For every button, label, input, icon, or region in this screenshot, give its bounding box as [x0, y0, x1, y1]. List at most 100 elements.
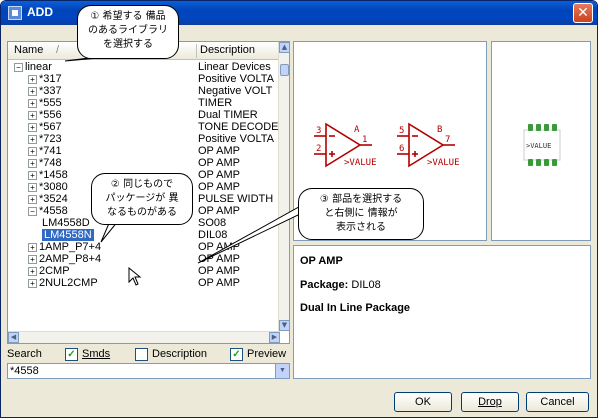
drop-button[interactable]: Drop	[461, 392, 519, 412]
tree-row-label: 2CMP	[39, 265, 70, 277]
callout-2-line-2: パッケージが 異	[105, 193, 179, 204]
tree-row-description: Negative VOLT	[198, 85, 273, 97]
tree-row-description: OP AMP	[198, 253, 240, 265]
scroll-up-button[interactable]: ▲	[279, 42, 290, 53]
tree-row-selected[interactable]: LM4558N DIL08	[8, 229, 280, 241]
horizontal-scrollbar[interactable]: ◀ ▶	[8, 331, 280, 343]
expand-icon[interactable]: +	[28, 86, 37, 96]
tree-row[interactable]: +2AMP_P8+4 OP AMP	[8, 253, 280, 265]
tree-row-description: OP AMP	[198, 145, 240, 157]
tree-row[interactable]: + *567 TONE DECODE	[8, 121, 280, 133]
tree-row-description: OP AMP	[198, 277, 240, 289]
expand-icon[interactable]: +	[28, 134, 37, 144]
scroll-down-button[interactable]: ▼	[279, 320, 290, 331]
tree-row-description: TIMER	[198, 97, 233, 109]
tree-row-description: PULSE WIDTH	[198, 193, 274, 205]
preview-label[interactable]: Preview	[247, 348, 286, 360]
callout-3-line-1: ③ 部品を選択する	[319, 194, 403, 205]
expand-icon[interactable]: +	[28, 182, 37, 192]
tree-row[interactable]: +2CMP OP AMP	[8, 265, 280, 277]
tree-row-description: OP AMP	[198, 205, 240, 217]
expand-icon[interactable]: +	[28, 158, 37, 168]
tree-row-name: + *556	[28, 109, 62, 121]
search-input[interactable]: *4558 ▼	[7, 363, 290, 379]
tree-row-name: + *1458	[28, 169, 68, 181]
package-value: DIL08	[351, 279, 381, 291]
tree-row[interactable]: + *337 Negative VOLT	[8, 85, 280, 97]
tree-row[interactable]: +2NUL2CMP OP AMP	[8, 277, 280, 289]
tree-row-name: + *723	[28, 133, 62, 145]
scroll-right-button[interactable]: ▶	[269, 332, 280, 343]
ok-button[interactable]: OK	[394, 392, 452, 412]
mouse-cursor	[128, 267, 142, 286]
search-label: Search	[7, 348, 42, 360]
callout-1-line-1: ① 希望する 備品	[90, 11, 166, 22]
add-dialog: ADD ✕ Name / Description − linear Linear D…	[0, 0, 598, 418]
expand-icon[interactable]: +	[28, 242, 37, 252]
tree-row-description: DIL08	[198, 229, 228, 241]
scroll-left-button[interactable]: ◀	[8, 332, 19, 343]
cancel-button[interactable]: Cancel	[526, 392, 589, 412]
tree-row-label: *4558	[39, 205, 68, 217]
tree-row-label: linear	[25, 61, 52, 73]
tree-row-name: + *555	[28, 97, 62, 109]
app-icon	[8, 6, 22, 20]
smds-checkbox[interactable]: ✓	[65, 348, 78, 361]
description-column-header[interactable]: Description	[200, 44, 255, 56]
sort-indicator: /	[56, 44, 60, 56]
expand-icon[interactable]: +	[28, 170, 37, 180]
tree-row-name: + *748	[28, 157, 62, 169]
tree-row-name: +2NUL2CMP	[28, 277, 98, 289]
tree-row-label: *337	[39, 85, 62, 97]
expand-icon[interactable]: +	[28, 146, 37, 156]
callout-select-part: ③ 部品を選択する と右側に 情報が 表示される	[298, 188, 424, 240]
description-label[interactable]: Description	[152, 348, 207, 360]
tree-row[interactable]: +1AMP_P7+4 OP AMP	[8, 241, 280, 253]
tree-row[interactable]: − linear Linear Devices	[8, 61, 280, 73]
tree-row-description: Positive VOLTA	[198, 133, 275, 145]
tree-row[interactable]: + *723 Positive VOLTA	[8, 133, 280, 145]
tree-row[interactable]: + *741 OP AMP	[8, 145, 280, 157]
tree-row[interactable]: + *556 Dual TIMER	[8, 109, 280, 121]
collapse-icon[interactable]: −	[28, 206, 37, 216]
preview-checkbox[interactable]: ✓	[230, 348, 243, 361]
tree-row-name: + *317	[28, 73, 62, 85]
package-label: Package:	[300, 279, 349, 291]
expand-icon[interactable]: +	[28, 254, 37, 264]
scroll-thumb[interactable]	[280, 64, 289, 76]
callout-3-line-2: と右側に 情報が	[324, 208, 398, 219]
tree-row-name: − linear	[14, 61, 52, 73]
tree-row-description: OP AMP	[198, 181, 240, 193]
tree-row-name: + *741	[28, 145, 62, 157]
pin-2-label: 2	[316, 144, 321, 154]
pin-7-label: 7	[445, 135, 450, 145]
tree-row-label: *317	[39, 73, 62, 85]
expand-icon[interactable]: +	[28, 98, 37, 108]
tree-row-name: +2AMP_P8+4	[28, 253, 101, 265]
name-column-header[interactable]: Name	[14, 44, 43, 56]
smds-label[interactable]: Smds	[82, 348, 110, 360]
search-dropdown-button[interactable]: ▼	[275, 364, 289, 378]
tree-row-description: Dual TIMER	[198, 109, 258, 121]
vertical-scrollbar[interactable]: ▲ ▼	[278, 42, 290, 331]
pin-6-label: 6	[399, 144, 404, 154]
close-button[interactable]: ✕	[573, 3, 593, 23]
collapse-icon[interactable]: −	[14, 62, 23, 72]
package-line: Package: DIL08	[300, 279, 381, 291]
tree-row[interactable]: + *317 Positive VOLTA	[8, 73, 280, 85]
expand-icon[interactable]: +	[28, 110, 37, 120]
expand-icon[interactable]: +	[28, 74, 37, 84]
value-b-label: >VALUE	[427, 158, 460, 168]
tree-row-label: *748	[39, 157, 62, 169]
expand-icon[interactable]: +	[28, 278, 37, 288]
expand-icon[interactable]: +	[28, 122, 37, 132]
tree-row-name: + *3080	[28, 181, 68, 193]
header-separator[interactable]	[196, 44, 197, 58]
expand-icon[interactable]: +	[28, 194, 37, 204]
tree-row[interactable]: + *748 OP AMP	[8, 157, 280, 169]
callout-select-library: ① 希望する 備品 のあるライブラリ を選択する	[77, 5, 179, 59]
expand-icon[interactable]: +	[28, 266, 37, 276]
part-description: OP AMP	[300, 255, 343, 267]
tree-row[interactable]: + *555 TIMER	[8, 97, 280, 109]
description-checkbox[interactable]	[135, 348, 148, 361]
